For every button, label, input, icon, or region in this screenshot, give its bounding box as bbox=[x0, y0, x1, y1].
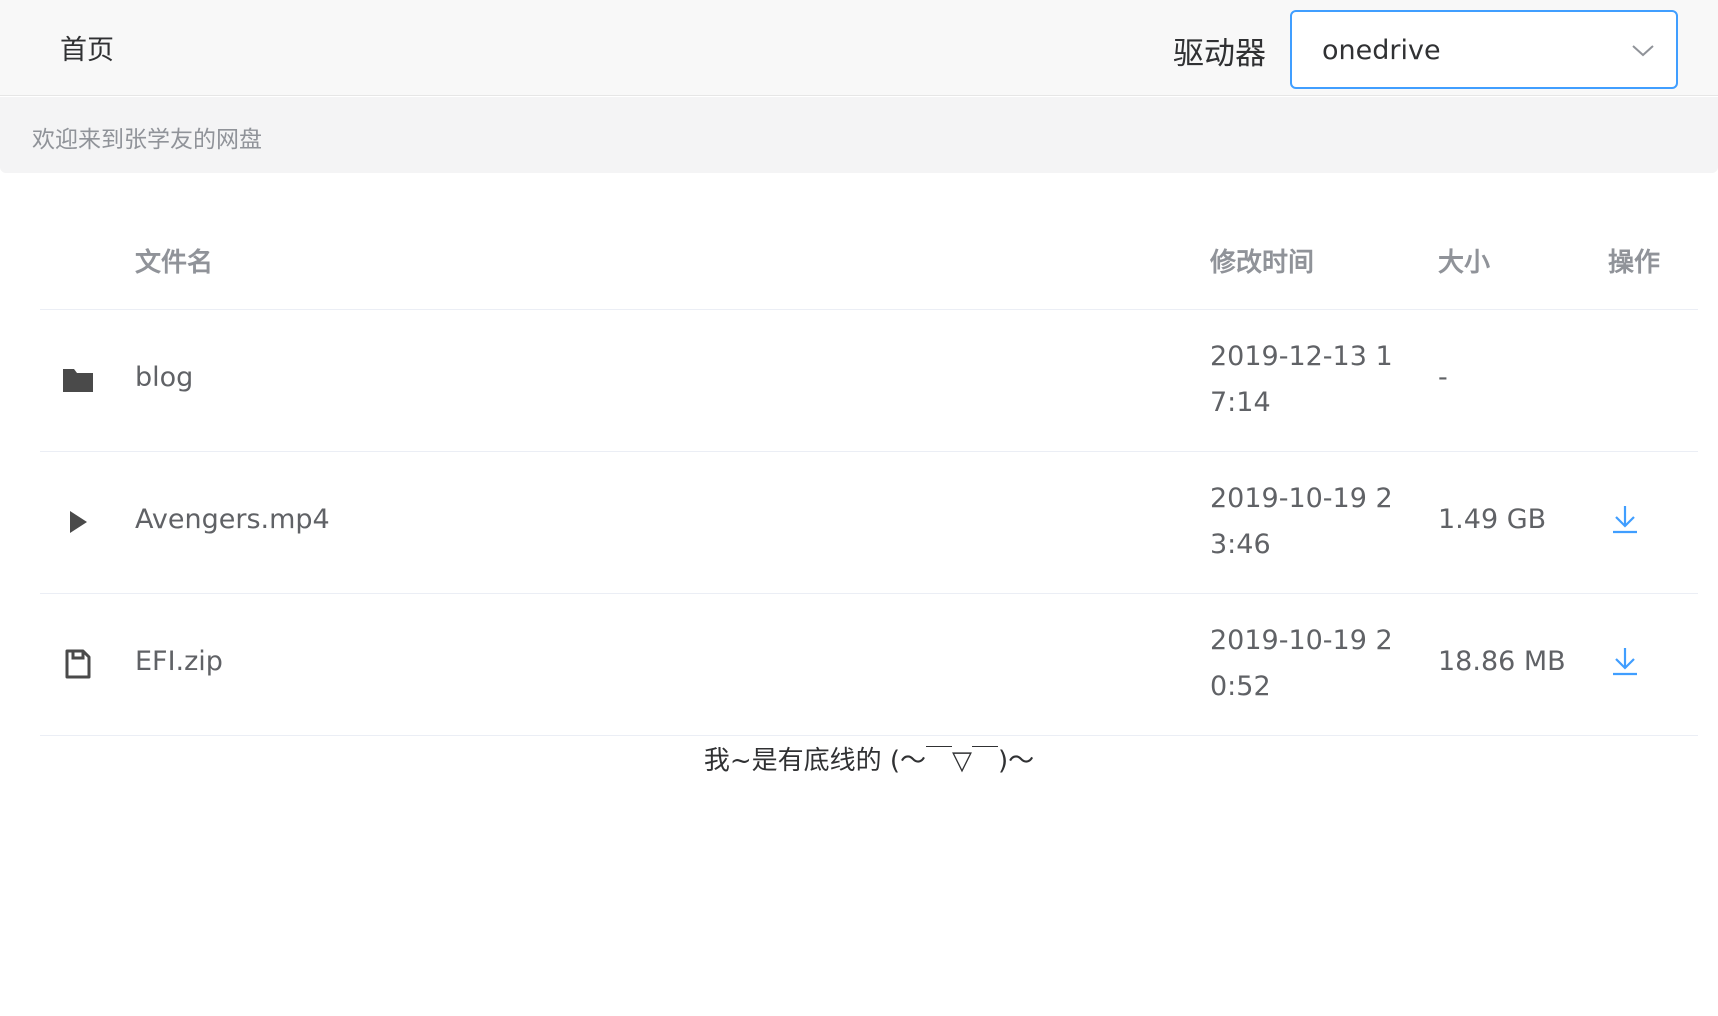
file-modified: 2019-12-13 17:14 bbox=[1210, 341, 1393, 418]
file-size: 1.49 GB bbox=[1438, 504, 1547, 535]
welcome-text: 欢迎来到张学友的网盘 bbox=[32, 127, 262, 153]
table-row[interactable]: Avengers.mp4 2019-10-19 23:46 1.49 GB bbox=[40, 452, 1698, 594]
file-size: 18.86 MB bbox=[1438, 646, 1566, 677]
end-of-list-note: 我~是有底线的 (～￣▽￣)～ bbox=[703, 746, 1035, 776]
column-header-modified[interactable]: 修改时间 bbox=[1210, 242, 1314, 279]
file-table: 文件名 修改时间 大小 操作 blog 2019-12-13 17:14 - A… bbox=[40, 210, 1698, 736]
column-header-actions: 操作 bbox=[1608, 248, 1661, 278]
chevron-down-icon bbox=[1632, 45, 1654, 57]
file-icon bbox=[65, 649, 91, 679]
drive-select[interactable]: onedrive bbox=[1290, 10, 1678, 89]
folder-icon bbox=[63, 369, 93, 392]
welcome-banner: 欢迎来到张学友的网盘 bbox=[0, 97, 1718, 173]
file-modified: 2019-10-19 23:46 bbox=[1210, 483, 1393, 560]
download-icon[interactable] bbox=[1608, 502, 1642, 536]
column-header-size[interactable]: 大小 bbox=[1438, 242, 1490, 279]
column-header-name[interactable]: 文件名 bbox=[135, 242, 213, 279]
file-size: - bbox=[1438, 362, 1448, 393]
table-row[interactable]: EFI.zip 2019-10-19 20:52 18.86 MB bbox=[40, 594, 1698, 736]
home-link[interactable]: 首页 bbox=[60, 28, 114, 67]
top-navbar: 首页 驱动器 onedrive bbox=[0, 0, 1718, 96]
table-row[interactable]: blog 2019-12-13 17:14 - bbox=[40, 310, 1698, 452]
drive-select-value: onedrive bbox=[1322, 35, 1441, 66]
file-name[interactable]: blog bbox=[135, 362, 193, 393]
play-icon bbox=[70, 511, 87, 533]
table-header: 文件名 修改时间 大小 操作 bbox=[40, 210, 1698, 310]
download-icon[interactable] bbox=[1608, 644, 1642, 678]
drive-label: 驱动器 bbox=[1173, 36, 1266, 72]
file-name[interactable]: EFI.zip bbox=[135, 646, 223, 677]
file-name[interactable]: Avengers.mp4 bbox=[135, 504, 330, 535]
file-modified: 2019-10-19 20:52 bbox=[1210, 625, 1393, 702]
